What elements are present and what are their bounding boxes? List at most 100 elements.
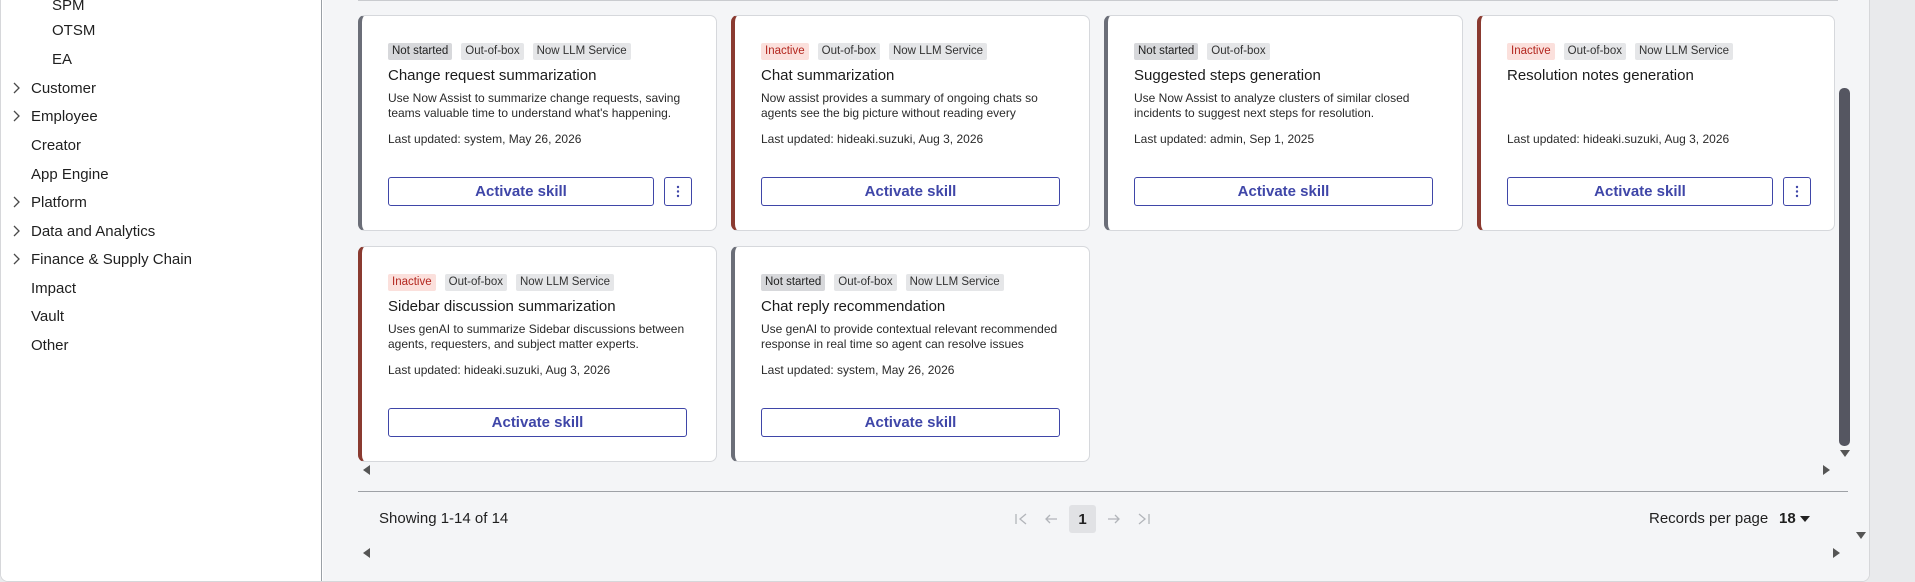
card-description: Use Now Assist to summarize change reque…: [388, 91, 681, 120]
sidebar-item-finance-supply-chain[interactable]: Finance & Supply Chain: [1, 247, 192, 271]
sidebar-item-customer[interactable]: Customer: [1, 76, 96, 100]
caret-down-icon: [1799, 515, 1810, 522]
card-title: Sidebar discussion summarization: [388, 298, 616, 315]
page-number-current[interactable]: 1: [1069, 505, 1096, 533]
card-title: Change request summarization: [388, 67, 597, 84]
app-frame: SPM OTSM EA Customer Employee Creator Ap…: [0, 0, 1870, 582]
card-tags: Not started Out-of-box Now LLM Service: [388, 43, 631, 60]
skill-card-change-request-summarization: Not started Out-of-box Now LLM Service C…: [358, 15, 717, 231]
status-badge: Not started: [1134, 43, 1199, 60]
card-title: Chat summarization: [761, 67, 895, 84]
divider: [358, 0, 1838, 2]
type-badge: Out-of-box: [834, 274, 897, 291]
service-badge: Now LLM Service: [905, 274, 1004, 291]
scroll-down-arrow[interactable]: [1856, 532, 1866, 539]
status-badge: Inactive: [761, 43, 809, 60]
card-last-updated: Last updated: admin, Sep 1, 2025: [1134, 132, 1315, 146]
sidebar-item-platform[interactable]: Platform: [1, 190, 87, 214]
card-description: Uses genAI to summarize Sidebar discussi…: [388, 322, 685, 351]
skill-card-sidebar-discussion-summarization: Inactive Out-of-box Now LLM Service Side…: [358, 246, 717, 462]
record-count: Showing 1-14 of 14: [379, 510, 509, 527]
activate-skill-button[interactable]: Activate skill: [388, 177, 654, 206]
card-description: Use Now Assist to analyze clusters of si…: [1134, 91, 1410, 120]
more-vertical-icon: [1795, 185, 1799, 198]
type-badge: Out-of-box: [1563, 43, 1626, 60]
type-badge: Out-of-box: [444, 274, 507, 291]
card-tags: Inactive Out-of-box Now LLM Service: [1507, 43, 1734, 60]
skills-panel: Not started Out-of-box Now LLM Service C…: [323, 0, 1869, 581]
status-badge: Inactive: [1507, 43, 1555, 60]
card-tags: Inactive Out-of-box Now LLM Service: [388, 274, 615, 291]
more-vertical-icon: [676, 185, 680, 198]
first-page-button[interactable]: [1009, 505, 1033, 533]
sidebar-item-impact[interactable]: Impact: [1, 276, 76, 300]
sidebar-subitem-ea[interactable]: EA: [1, 47, 72, 71]
skill-card-suggested-steps-generation: Not started Out-of-box Suggested steps g…: [1104, 15, 1463, 231]
arrow-left-icon: [1045, 514, 1057, 524]
records-per-page-select[interactable]: 18: [1779, 510, 1810, 527]
next-page-button[interactable]: [1102, 505, 1126, 533]
type-badge: Out-of-box: [1207, 43, 1270, 60]
type-badge: Out-of-box: [461, 43, 524, 60]
status-badge: Not started: [388, 43, 453, 60]
status-badge: Not started: [761, 274, 826, 291]
previous-page-button[interactable]: [1039, 505, 1063, 533]
service-badge: Now LLM Service: [515, 274, 615, 291]
chevron-right-icon: [1, 110, 31, 122]
card-title: Chat reply recommendation: [761, 298, 946, 315]
card-last-updated: Last updated: system, May 26, 2026: [388, 132, 582, 146]
card-title: Resolution notes generation: [1507, 67, 1694, 84]
card-title: Suggested steps generation: [1134, 67, 1321, 84]
chevron-right-icon: [1, 225, 31, 237]
chevron-right-icon: [1, 253, 31, 265]
skill-card-chat-summarization: Inactive Out-of-box Now LLM Service Chat…: [731, 15, 1090, 231]
scroll-right-arrow[interactable]: [1833, 548, 1840, 558]
sidebar-item-other[interactable]: Other: [1, 333, 69, 357]
service-badge: Now LLM Service: [888, 43, 988, 60]
first-page-icon: [1015, 513, 1027, 525]
status-badge: Inactive: [388, 274, 436, 291]
more-options-button[interactable]: [664, 177, 692, 206]
card-description: Use genAI to provide contextual relevant…: [761, 322, 1058, 351]
pagination: 1: [1009, 505, 1156, 533]
divider: [358, 491, 1848, 492]
scroll-right-arrow[interactable]: [1823, 465, 1830, 475]
card-last-updated: Last updated: hideaki.suzuki, Aug 3, 202…: [1507, 132, 1730, 146]
card-last-updated: Last updated: hideaki.suzuki, Aug 3, 202…: [761, 132, 984, 146]
scroll-down-arrow[interactable]: [1840, 450, 1850, 457]
activate-skill-button[interactable]: Activate skill: [761, 177, 1060, 206]
card-description: Now assist provides a summary of ongoing…: [761, 91, 1038, 120]
scroll-left-arrow[interactable]: [363, 465, 370, 475]
scroll-left-arrow[interactable]: [363, 548, 370, 558]
sidebar-item-app-engine[interactable]: App Engine: [1, 162, 109, 186]
activate-skill-button[interactable]: Activate skill: [1134, 177, 1433, 206]
sidebar-subitem-spm[interactable]: SPM: [1, 0, 85, 17]
service-badge: Now LLM Service: [532, 43, 631, 60]
type-badge: Out-of-box: [817, 43, 880, 60]
sidebar-item-data-and-analytics[interactable]: Data and Analytics: [1, 219, 155, 243]
category-sidebar: SPM OTSM EA Customer Employee Creator Ap…: [1, 0, 322, 581]
vertical-scrollbar[interactable]: [1839, 88, 1850, 446]
service-badge: Now LLM Service: [1634, 43, 1734, 60]
sidebar-subitem-otsm[interactable]: OTSM: [1, 18, 95, 42]
skill-card-resolution-notes-generation: Inactive Out-of-box Now LLM Service Reso…: [1477, 15, 1835, 231]
card-tags: Not started Out-of-box Now LLM Service: [761, 274, 1004, 291]
card-tags: Not started Out-of-box: [1134, 43, 1270, 60]
activate-skill-button[interactable]: Activate skill: [1507, 177, 1773, 206]
records-per-page-label: Records per page: [1649, 510, 1769, 527]
sidebar-item-employee[interactable]: Employee: [1, 104, 98, 128]
activate-skill-button[interactable]: Activate skill: [761, 408, 1060, 437]
card-description: [1507, 91, 1807, 121]
sidebar-item-vault[interactable]: Vault: [1, 304, 64, 328]
card-last-updated: Last updated: system, May 26, 2026: [761, 363, 955, 377]
sidebar-item-creator[interactable]: Creator: [1, 133, 81, 157]
last-page-icon: [1138, 513, 1150, 525]
more-options-button[interactable]: [1783, 177, 1811, 206]
card-tags: Inactive Out-of-box Now LLM Service: [761, 43, 988, 60]
skill-card-chat-reply-recommendation: Not started Out-of-box Now LLM Service C…: [731, 246, 1090, 462]
activate-skill-button[interactable]: Activate skill: [388, 408, 687, 437]
last-page-button[interactable]: [1132, 505, 1156, 533]
chevron-right-icon: [1, 82, 31, 94]
chevron-right-icon: [1, 196, 31, 208]
card-last-updated: Last updated: hideaki.suzuki, Aug 3, 202…: [388, 363, 611, 377]
